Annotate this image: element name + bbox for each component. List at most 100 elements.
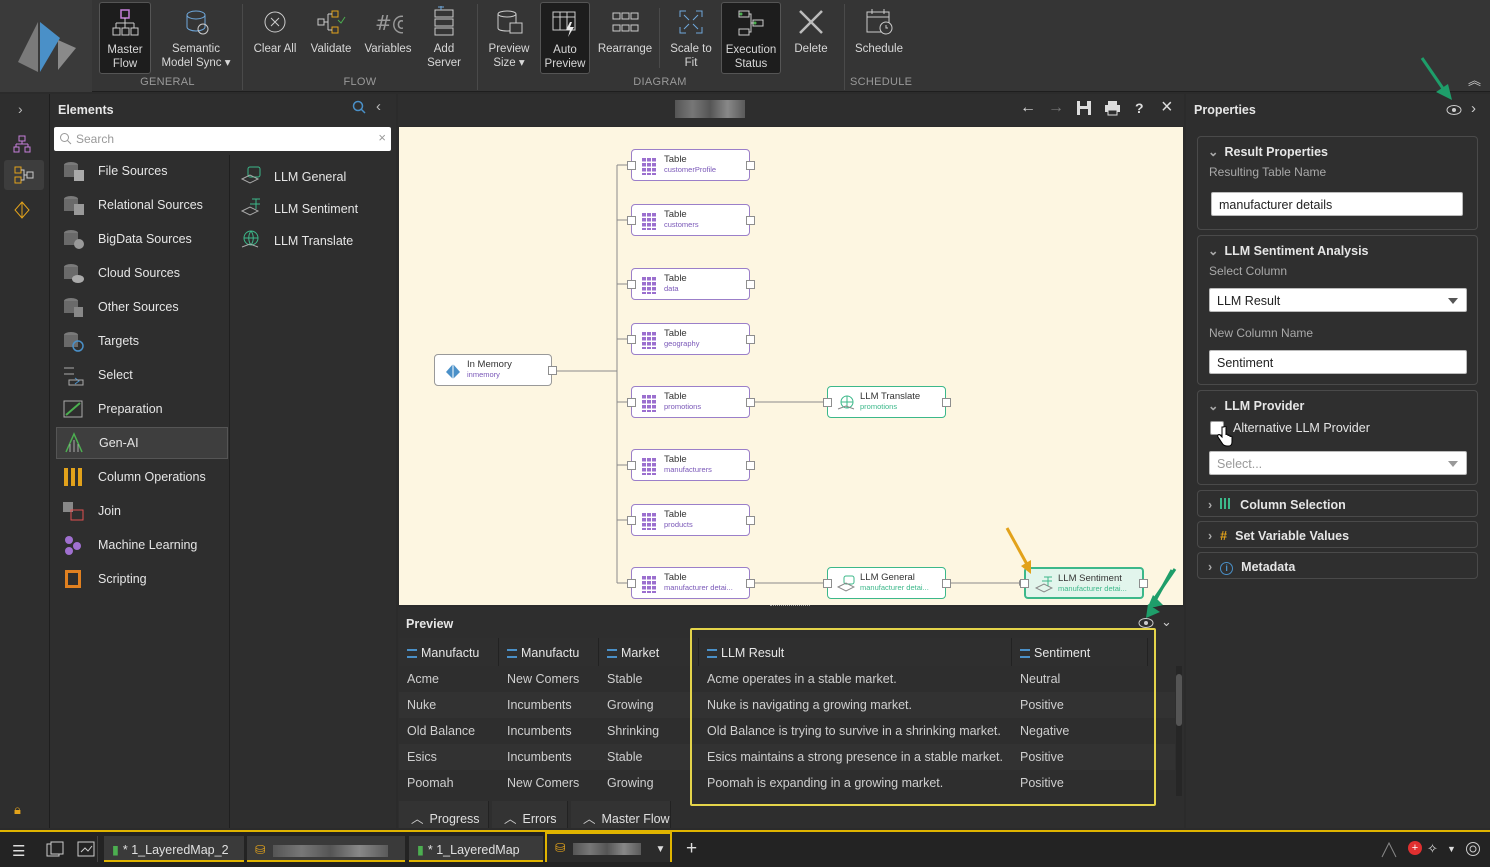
section-header[interactable]: ⌄ Result Properties xyxy=(1208,144,1328,159)
category-gen-ai[interactable]: Gen-AI xyxy=(56,427,228,459)
pin-icon[interactable]: ✧ xyxy=(1427,841,1438,857)
node-table[interactable]: Table products xyxy=(631,504,750,536)
help-icon[interactable]: ? xyxy=(1135,100,1144,116)
node-port[interactable] xyxy=(746,461,755,470)
node-port[interactable] xyxy=(746,335,755,344)
resulting-table-name-input[interactable]: manufacturer details xyxy=(1211,192,1463,216)
collapse-properties-icon[interactable]: › xyxy=(1471,100,1476,117)
preview-scrollbar[interactable] xyxy=(1176,674,1182,726)
add-server-button[interactable]: Add Server xyxy=(420,2,468,74)
node-table[interactable]: Table data xyxy=(631,268,750,300)
node-table[interactable]: Table manufacturer detai... xyxy=(631,567,750,599)
node-port[interactable] xyxy=(823,579,832,588)
master-flow-button[interactable]: Master Flow xyxy=(99,2,151,74)
tab-layered-map[interactable]: ▮ * 1_LayeredMap xyxy=(409,836,543,862)
collapse-ribbon-icon[interactable]: ︽ xyxy=(1468,70,1481,89)
node-port[interactable] xyxy=(627,216,636,225)
menu-icon[interactable]: ☰ xyxy=(12,842,25,860)
semantic-model-sync-button[interactable]: Semantic Model Sync ▾ xyxy=(160,2,232,74)
clear-all-button[interactable]: Clear All xyxy=(250,2,300,74)
files-icon[interactable] xyxy=(46,841,64,860)
category-select[interactable]: Select xyxy=(56,359,228,391)
brand-icon[interactable] xyxy=(1380,841,1398,861)
node-table[interactable]: Table customerProfile xyxy=(631,149,750,181)
save-icon[interactable] xyxy=(1076,100,1092,119)
rearrange-button[interactable]: Rearrange xyxy=(596,2,654,74)
section-header[interactable]: ⌄ LLM Sentiment Analysis xyxy=(1208,243,1369,258)
notification-icon[interactable]: + xyxy=(1408,841,1422,855)
category-file-sources[interactable]: File Sources xyxy=(56,155,228,187)
tab-layered-map-2[interactable]: ▮ * 1_LayeredMap_2 xyxy=(104,836,244,862)
metadata-section[interactable]: › i Metadata xyxy=(1197,552,1478,579)
category-targets[interactable]: Targets xyxy=(56,325,228,357)
category-column-operations[interactable]: Column Operations xyxy=(56,461,228,493)
model-tool-icon[interactable] xyxy=(12,200,32,223)
dropdown-arrow-icon[interactable]: ▼ xyxy=(1447,844,1456,854)
workspace-icon[interactable] xyxy=(77,841,95,860)
spiral-icon[interactable] xyxy=(1465,841,1481,860)
category-join[interactable]: Join xyxy=(56,495,228,527)
back-arrow-icon[interactable]: ← xyxy=(1020,99,1036,117)
bottom-tab-errors[interactable]: ︿ Errors xyxy=(492,801,568,828)
execution-status-button[interactable]: Execution Status xyxy=(721,2,781,74)
column-header[interactable]: Manufactu xyxy=(499,638,599,666)
node-port[interactable] xyxy=(627,461,636,470)
forward-arrow-icon[interactable]: → xyxy=(1048,99,1064,117)
node-table[interactable]: Table customers xyxy=(631,204,750,236)
search-icon[interactable] xyxy=(352,100,366,117)
auto-preview-button[interactable]: Auto Preview xyxy=(540,2,590,74)
node-llm-sentiment[interactable]: LLM Sentiment manufacturer detai... xyxy=(1024,567,1144,599)
node-port[interactable] xyxy=(627,579,636,588)
preview-size-button[interactable]: Preview Size ▾ xyxy=(484,2,534,74)
column-header[interactable]: Market xyxy=(599,638,699,666)
select-column-dropdown[interactable]: LLM Result xyxy=(1209,288,1467,312)
delete-button[interactable]: Delete xyxy=(788,2,834,74)
close-canvas-icon[interactable]: × xyxy=(1161,96,1173,119)
flow-canvas[interactable]: In Memory inmemory Table customerProfile T… xyxy=(399,127,1183,609)
category-preparation[interactable]: Preparation xyxy=(56,393,228,425)
node-port[interactable] xyxy=(627,516,636,525)
lock-icon[interactable]: 🔒︎ xyxy=(14,802,21,818)
category-cloud-sources[interactable]: Cloud Sources xyxy=(56,257,228,289)
node-port[interactable] xyxy=(627,398,636,407)
clear-search-icon[interactable]: × xyxy=(378,130,386,145)
node-port[interactable] xyxy=(746,216,755,225)
node-port[interactable] xyxy=(823,398,832,407)
section-header[interactable]: ⌄ LLM Provider xyxy=(1208,398,1304,413)
category-scripting[interactable]: Scripting xyxy=(56,563,228,595)
column-selection-section[interactable]: › Column Selection xyxy=(1197,490,1478,517)
category-machine-learning[interactable]: Machine Learning xyxy=(56,529,228,561)
tab-menu-icon[interactable]: ▼ xyxy=(655,844,665,855)
validate-button[interactable]: Validate xyxy=(306,2,356,74)
category-bigdata-sources[interactable]: BigData Sources xyxy=(56,223,228,255)
element-llm-general[interactable]: LLM General xyxy=(240,163,346,191)
node-port[interactable] xyxy=(548,366,557,375)
expand-rail-icon[interactable]: › xyxy=(18,101,23,117)
node-port[interactable] xyxy=(746,398,755,407)
variables-button[interactable]: #@ Variables xyxy=(362,2,414,74)
node-port[interactable] xyxy=(942,398,951,407)
node-port[interactable] xyxy=(627,335,636,344)
bottom-tab-master-flow[interactable]: ︿ Master Flow xyxy=(571,801,671,828)
node-in-memory[interactable]: In Memory inmemory xyxy=(434,354,552,386)
scale-to-fit-button[interactable]: Scale to Fit xyxy=(664,2,718,74)
eye-icon[interactable] xyxy=(1446,104,1462,119)
node-port[interactable] xyxy=(942,579,951,588)
node-table[interactable]: Table promotions xyxy=(631,386,750,418)
node-port[interactable] xyxy=(627,161,636,170)
bottom-tab-progress[interactable]: ︿ Progress xyxy=(399,801,489,828)
new-column-name-input[interactable]: Sentiment xyxy=(1209,350,1467,374)
search-input[interactable]: Search × xyxy=(54,127,391,151)
column-header[interactable]: Manufactu xyxy=(399,638,499,666)
element-llm-translate[interactable]: LLM Translate xyxy=(240,227,353,255)
provider-select[interactable]: Select... xyxy=(1209,451,1467,475)
flow-tool-icon[interactable] xyxy=(12,134,32,157)
element-llm-sentiment[interactable]: LLM Sentiment xyxy=(240,195,358,223)
app-logo[interactable] xyxy=(0,0,92,92)
category-relational-sources[interactable]: Relational Sources xyxy=(56,189,228,221)
node-llm-general[interactable]: LLM General manufacturer detai... xyxy=(827,567,946,599)
elements-tool-button[interactable] xyxy=(4,160,44,190)
node-llm-translate[interactable]: LLM Translate promotions xyxy=(827,386,946,418)
node-port[interactable] xyxy=(746,579,755,588)
node-table[interactable]: Table geography xyxy=(631,323,750,355)
